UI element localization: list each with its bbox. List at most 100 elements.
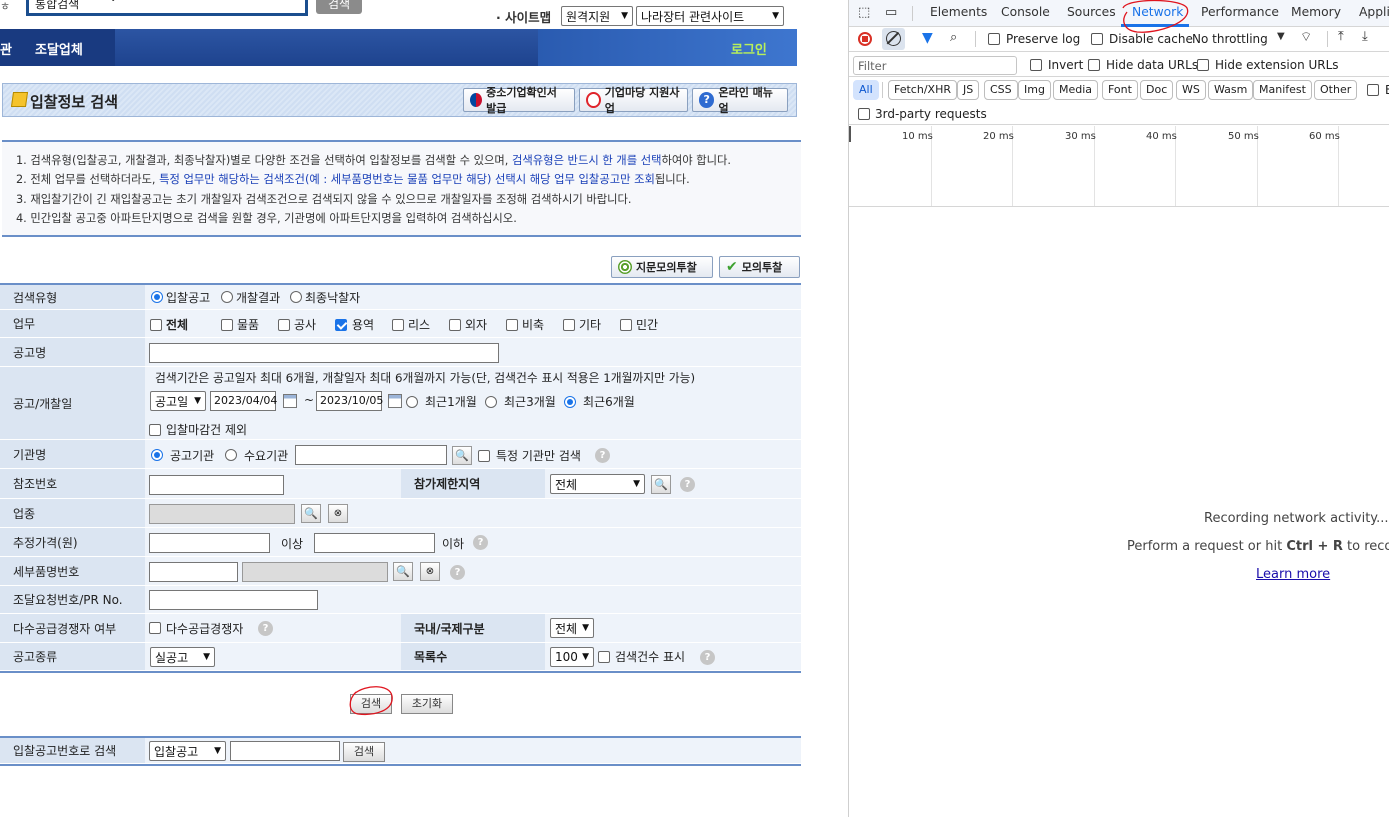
business-checkbox-other[interactable]	[563, 319, 575, 331]
type-filter-manifest[interactable]: Manifest	[1253, 80, 1312, 100]
tab-elements[interactable]: Elements	[930, 5, 987, 19]
hide-data-urls-checkbox[interactable]	[1088, 59, 1100, 71]
sme-cert-button[interactable]: 중소기업확인서 발급	[463, 86, 575, 115]
preserve-log-checkbox[interactable]	[988, 33, 1000, 45]
type-filter-media[interactable]: Media	[1053, 80, 1099, 100]
search-type-radio-winner[interactable]	[290, 291, 302, 303]
remote-support-select[interactable]: 원격지원 ▼	[561, 6, 633, 26]
inspect-element-icon[interactable]: ⬚	[858, 5, 870, 20]
intl-select[interactable]: 전체 ▼	[550, 618, 594, 638]
type-filter-fetch-xhr[interactable]: Fetch/XHR	[888, 80, 957, 100]
search-type-radio-opening[interactable]	[221, 291, 233, 303]
device-toolbar-icon[interactable]: ▭	[885, 5, 897, 20]
bid-number-input[interactable]	[230, 741, 340, 761]
agency-only-checkbox[interactable]	[478, 450, 490, 462]
type-filter-all[interactable]: All	[853, 80, 879, 100]
business-checkbox-foreign[interactable]	[449, 319, 461, 331]
invert-checkbox[interactable]	[1030, 59, 1042, 71]
notice-name-input[interactable]	[149, 343, 499, 363]
clear-icon[interactable]: ⊗	[420, 562, 440, 581]
period-radio-1m[interactable]	[406, 396, 418, 408]
business-checkbox-all[interactable]	[150, 319, 162, 331]
sim-bid-button[interactable]: ✔ 모의투찰	[719, 256, 800, 278]
help-icon[interactable]: ?	[473, 535, 488, 550]
disable-cache-checkbox[interactable]	[1091, 33, 1103, 45]
date-from-input[interactable]: 2023/04/04	[210, 391, 277, 411]
bid-number-search-button[interactable]: 검색	[343, 742, 385, 762]
help-icon[interactable]: ?	[680, 477, 695, 492]
learn-more-link[interactable]: Learn more	[1256, 567, 1330, 582]
third-party-checkbox[interactable]	[858, 108, 870, 120]
agency-radio-notice[interactable]	[151, 449, 163, 461]
type-filter-font[interactable]: Font	[1102, 80, 1138, 100]
help-icon[interactable]: ?	[595, 448, 610, 463]
search-icon[interactable]: 🔍	[651, 475, 671, 494]
search-icon[interactable]: ⌕	[950, 30, 957, 45]
tab-memory[interactable]: Memory	[1291, 5, 1341, 19]
exclude-closed-checkbox[interactable]	[149, 424, 161, 436]
type-filter-js[interactable]: JS	[957, 80, 980, 100]
type-filter-other[interactable]: Other	[1314, 80, 1358, 100]
agency-input[interactable]	[295, 445, 447, 465]
type-filter-doc[interactable]: Doc	[1140, 80, 1174, 100]
record-stop-icon[interactable]	[858, 32, 872, 46]
type-filter-img[interactable]: Img	[1018, 80, 1051, 100]
calendar-icon[interactable]	[388, 394, 402, 408]
upload-icon[interactable]: ⤒	[1338, 29, 1344, 44]
tab-application[interactable]: Applic	[1359, 5, 1389, 19]
type-filter-ws[interactable]: WS	[1176, 80, 1206, 100]
top-search-button[interactable]: 검색	[316, 0, 362, 14]
business-checkbox-stockpile[interactable]	[506, 319, 518, 331]
help-icon[interactable]: ?	[450, 565, 465, 580]
business-checkbox-service[interactable]	[335, 319, 347, 331]
top-search-select[interactable]: 통합검색 ⌄	[26, 0, 308, 16]
search-icon[interactable]: 🔍	[393, 562, 413, 581]
nav-item-procurement-company[interactable]: 조달업체	[35, 39, 83, 58]
fingerprint-sim-bid-button[interactable]: 지문모의투찰	[611, 256, 713, 278]
hide-extension-urls-checkbox[interactable]	[1197, 59, 1209, 71]
online-manual-button[interactable]: ? 온라인 매뉴얼	[692, 86, 788, 115]
notice-kind-select[interactable]: 실공고 ▼	[150, 647, 215, 667]
type-filter-wasm[interactable]: Wasm	[1208, 80, 1254, 100]
help-icon[interactable]: ?	[700, 650, 715, 665]
ref-number-input[interactable]	[149, 475, 284, 495]
show-count-checkbox[interactable]	[598, 651, 610, 663]
login-link[interactable]: 로그인	[731, 39, 767, 58]
tab-console[interactable]: Console	[1001, 5, 1050, 19]
blocked-checkbox[interactable]	[1367, 84, 1379, 96]
period-radio-3m[interactable]	[485, 396, 497, 408]
related-sites-select[interactable]: 나라장터 관련사이트 ▼	[636, 6, 784, 26]
pr-number-input[interactable]	[149, 590, 318, 610]
nav-item-partial[interactable]: 관	[0, 39, 12, 58]
help-icon[interactable]: ?	[258, 621, 273, 636]
type-filter-css[interactable]: CSS	[984, 80, 1018, 100]
item-number-input[interactable]	[149, 562, 238, 582]
throttling-select[interactable]: No throttling	[1192, 32, 1268, 46]
tab-sources[interactable]: Sources	[1067, 5, 1116, 19]
tab-performance[interactable]: Performance	[1201, 5, 1279, 19]
rows-select[interactable]: 100 ▼	[550, 647, 594, 667]
business-checkbox-lease[interactable]	[392, 319, 404, 331]
clear-icon[interactable]: ⊗	[328, 504, 348, 523]
search-icon[interactable]: 🔍	[452, 446, 472, 465]
period-radio-6m[interactable]	[564, 396, 576, 408]
filter-icon[interactable]: ▼	[922, 30, 933, 46]
download-icon[interactable]: ⤓	[1362, 29, 1368, 44]
business-checkbox-goods[interactable]	[221, 319, 233, 331]
agency-radio-demand[interactable]	[225, 449, 237, 461]
business-checkbox-construction[interactable]	[278, 319, 290, 331]
price-min-input[interactable]	[149, 533, 270, 553]
search-icon[interactable]: 🔍	[301, 504, 321, 523]
region-select[interactable]: 전체 ▼	[550, 474, 645, 494]
period-type-select[interactable]: 공고일 ▼	[150, 391, 206, 411]
search-type-radio-notice[interactable]	[151, 291, 163, 303]
multi-supplier-checkbox[interactable]	[149, 622, 161, 634]
business-checkbox-private[interactable]	[620, 319, 632, 331]
calendar-icon[interactable]	[283, 394, 297, 408]
price-max-input[interactable]	[314, 533, 435, 553]
network-conditions-icon[interactable]: ⌔	[1300, 29, 1312, 45]
date-to-input[interactable]: 2023/10/05	[316, 391, 383, 411]
bid-number-type-select[interactable]: 입찰공고 ▼	[149, 741, 226, 761]
market-support-button[interactable]: 기업마당 지원사업	[579, 86, 688, 115]
reset-button[interactable]: 초기화	[401, 694, 453, 714]
